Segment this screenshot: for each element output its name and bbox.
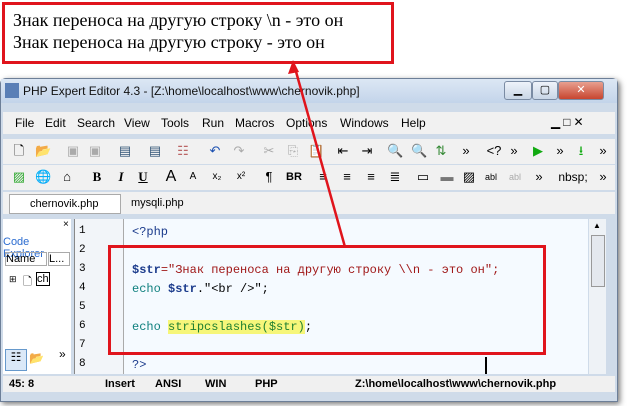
arrow-line <box>293 67 347 248</box>
arrow-head <box>288 60 299 74</box>
annotation-arrow <box>288 60 347 248</box>
